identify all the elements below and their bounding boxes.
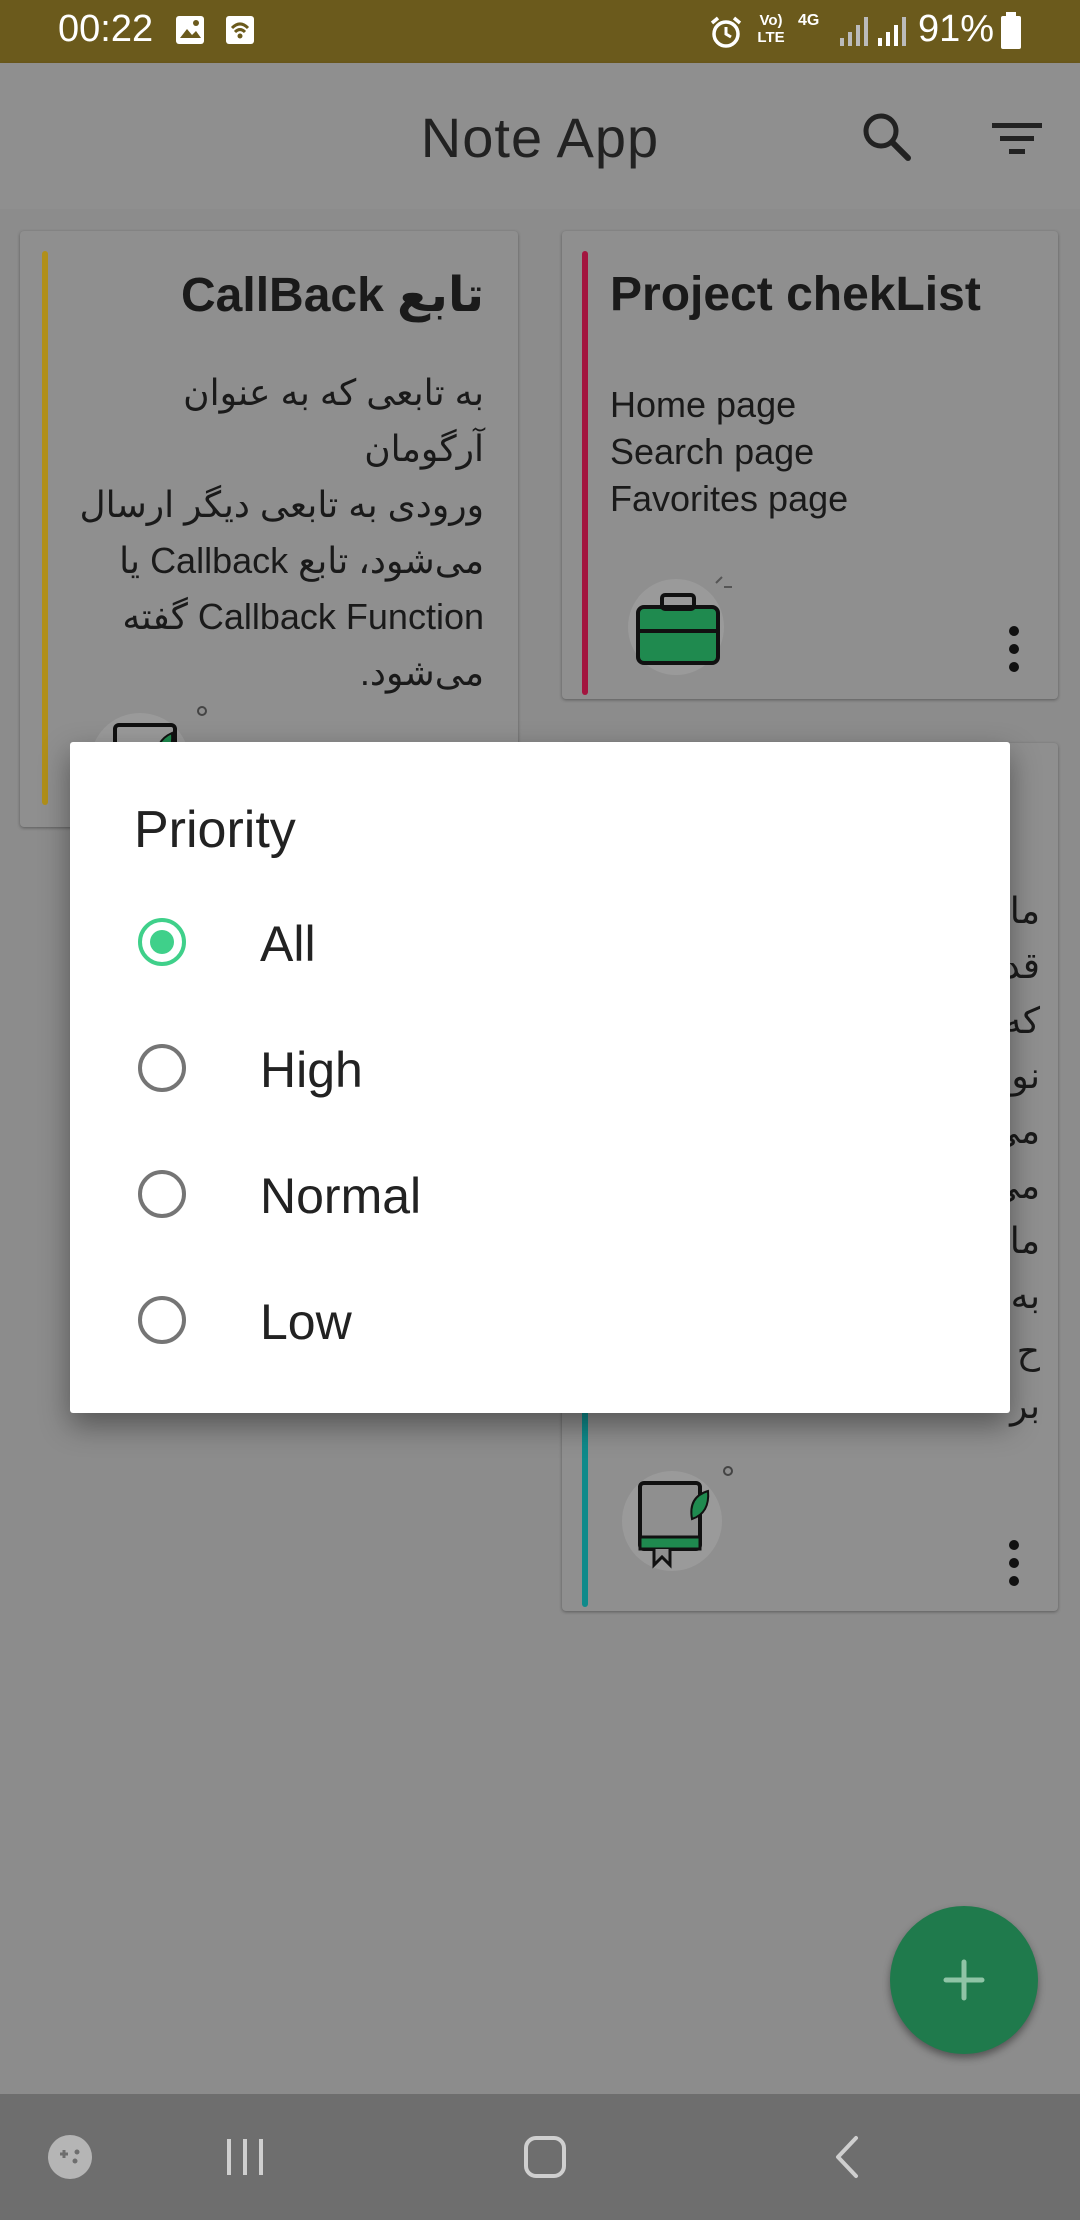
priority-option-low[interactable]: Low bbox=[70, 1265, 1010, 1391]
battery-icon bbox=[1001, 12, 1021, 49]
more-options-icon[interactable] bbox=[994, 619, 1034, 679]
book-leaf-icon bbox=[622, 1466, 733, 1571]
note-body: Home page Search page Favorites page bbox=[610, 384, 849, 519]
note-title: Project chekList bbox=[610, 268, 981, 321]
alarm-icon bbox=[710, 16, 742, 48]
recents-icon[interactable] bbox=[215, 2094, 275, 2220]
wifi-call-icon bbox=[226, 16, 254, 44]
more-options-icon[interactable] bbox=[994, 1533, 1034, 1593]
briefcase-icon bbox=[628, 576, 732, 675]
home-icon[interactable] bbox=[515, 2094, 575, 2220]
battery-percent: 91% bbox=[918, 8, 995, 50]
back-icon[interactable] bbox=[818, 2094, 878, 2220]
option-label: Low bbox=[260, 1294, 352, 1350]
radio-button[interactable] bbox=[138, 1170, 186, 1218]
status-time: 00:22 bbox=[58, 8, 154, 50]
volte-label: Vo) LTE bbox=[757, 12, 785, 46]
radio-button[interactable] bbox=[138, 1296, 186, 1344]
note-card[interactable]: تابع CallBack به تابعی که به عنوان آرگوم… bbox=[20, 231, 518, 827]
priority-option-normal[interactable]: Normal bbox=[70, 1139, 1010, 1265]
gallery-icon bbox=[176, 16, 204, 44]
status-bar: 00:22 Vo) LTE 4G 91% bbox=[0, 0, 1080, 63]
option-label: Normal bbox=[260, 1168, 422, 1224]
dialog-title: Priority bbox=[134, 801, 296, 859]
network-type-label: 4G bbox=[798, 12, 820, 29]
priority-option-all[interactable]: All bbox=[70, 887, 1010, 1013]
note-body: به تابعی که به عنوان آرگومان ورودی به تا… bbox=[79, 372, 484, 693]
radio-button[interactable] bbox=[138, 1044, 186, 1092]
option-label: All bbox=[260, 916, 316, 972]
option-label: High bbox=[260, 1042, 363, 1098]
filter-button[interactable] bbox=[982, 103, 1052, 173]
note-card[interactable]: Project chekList Home page Search page F… bbox=[562, 231, 1058, 699]
search-icon bbox=[863, 113, 911, 161]
signal-sim1-icon bbox=[840, 17, 868, 46]
note-accent-bar bbox=[42, 251, 48, 805]
add-note-button[interactable] bbox=[890, 1906, 1038, 2054]
game-launcher-icon[interactable] bbox=[40, 2094, 100, 2220]
app-bar: Note App bbox=[0, 63, 1080, 209]
priority-dialog: Priority All High Normal Low bbox=[70, 742, 1010, 1413]
note-title: تابع CallBack bbox=[181, 269, 484, 322]
search-button[interactable] bbox=[853, 103, 923, 173]
priority-option-high[interactable]: High bbox=[70, 1013, 1010, 1139]
note-accent-bar bbox=[582, 251, 588, 695]
filter-icon bbox=[992, 123, 1042, 154]
system-nav-bar bbox=[0, 2094, 1080, 2220]
signal-sim2-icon bbox=[878, 17, 906, 46]
plus-icon bbox=[943, 1959, 985, 2001]
radio-button-checked[interactable] bbox=[138, 918, 186, 966]
